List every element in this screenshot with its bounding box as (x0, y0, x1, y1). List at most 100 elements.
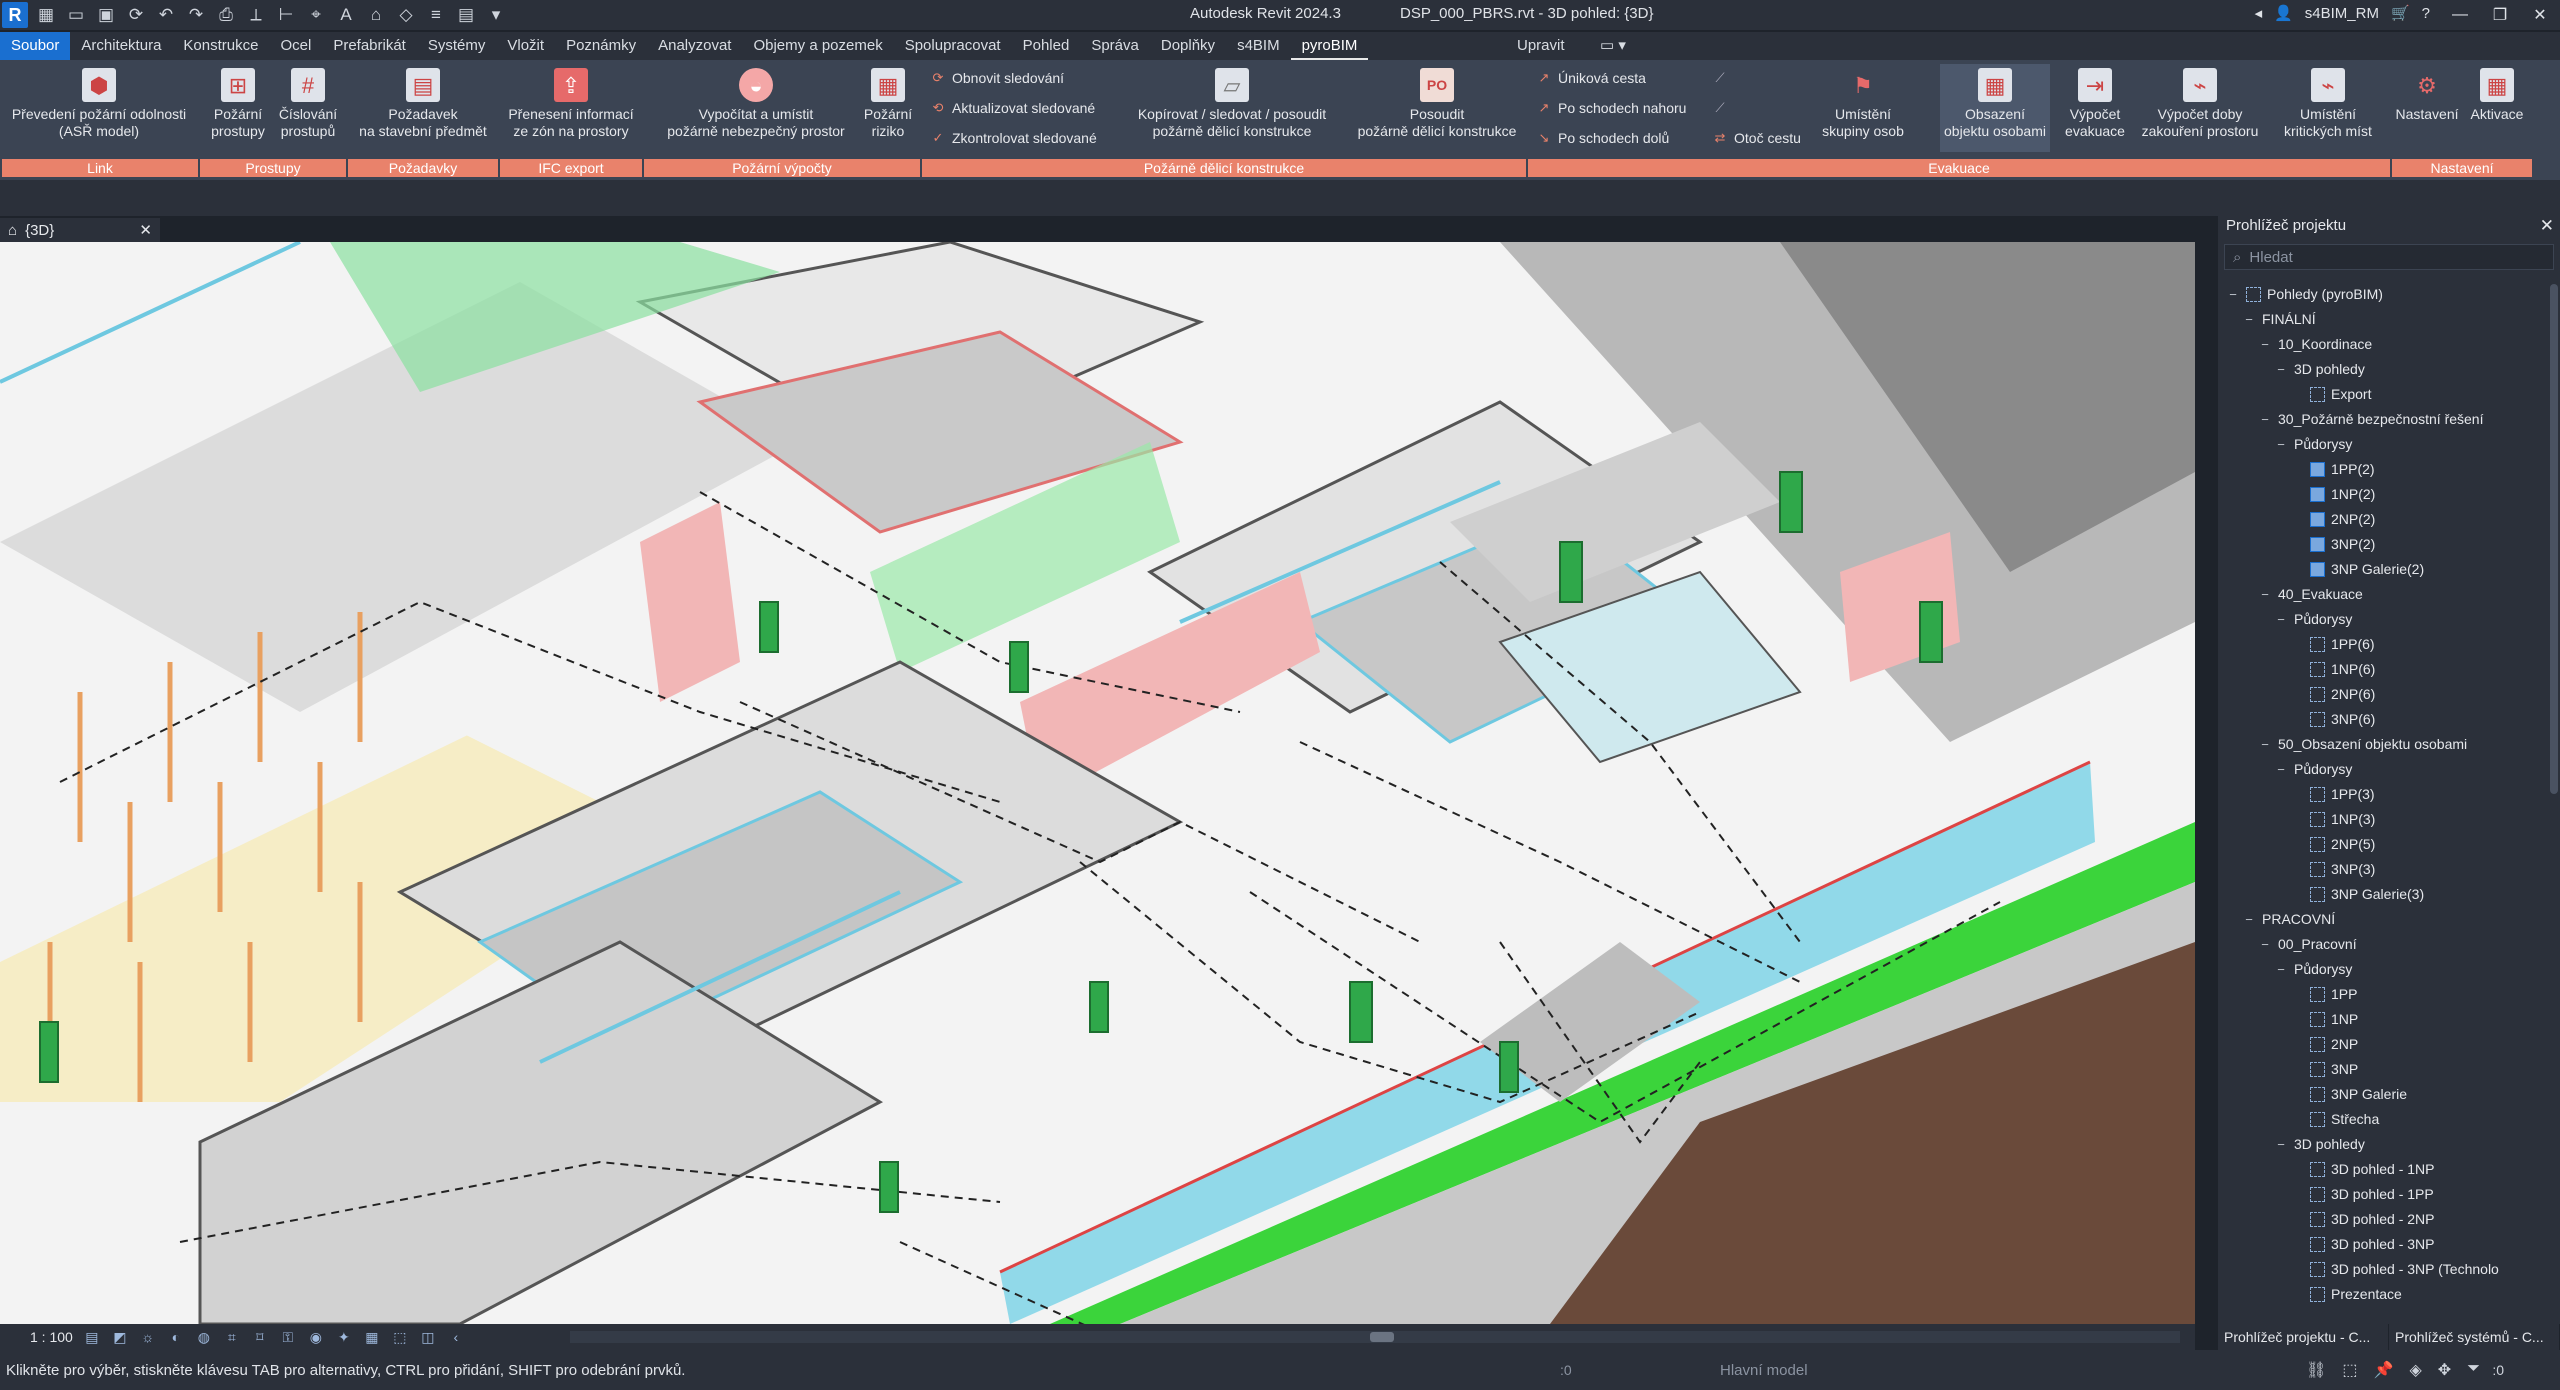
vypocitat-button[interactable]: ◒ Vypočítat a umístit požárně nebezpečný… (656, 68, 856, 140)
shadows-icon[interactable]: ◐ (167, 1328, 185, 1346)
collapse-toggle-icon[interactable]: − (2258, 937, 2272, 952)
select-underlay-icon[interactable]: ⬚ (2342, 1360, 2357, 1380)
obnovit-sledovani-button[interactable]: ⟳ Obnovit sledování (930, 70, 1065, 86)
close-icon[interactable]: ✕ (2520, 0, 2560, 30)
3d-viewport[interactable] (0, 242, 2195, 1324)
vypocet-doby-button[interactable]: ⌁ Výpočet doby zakouření prostoru (2140, 68, 2260, 140)
tree-node[interactable]: − Půdorysy (2218, 432, 2560, 457)
tab-prefabrikat[interactable]: Prefabrikát (322, 32, 417, 60)
tree-node[interactable]: 3D pohled - 3NP (2218, 1232, 2560, 1257)
tree-node[interactable]: 3D pohled - 3NP (Technolo (2218, 1257, 2560, 1282)
select-links-icon[interactable]: ⛓ (2306, 1360, 2326, 1380)
unikova-cesta-button[interactable]: ↗ Úniková cesta (1536, 70, 1646, 86)
minimize-icon[interactable]: — (2440, 0, 2480, 30)
tree-node[interactable]: − FINÁLNÍ (2218, 307, 2560, 332)
tree-node[interactable]: 1PP(2) (2218, 457, 2560, 482)
select-face-icon[interactable]: ◈ (2409, 1360, 2421, 1380)
restore-icon[interactable]: ❐ (2480, 0, 2520, 30)
tree-node[interactable]: 3D pohled - 2NP (2218, 1207, 2560, 1232)
tag-icon[interactable]: ⌖ (304, 3, 328, 27)
section-icon[interactable]: ◇ (394, 3, 418, 27)
dimension-icon[interactable]: ⊢ (274, 3, 298, 27)
preneseni-button[interactable]: ⇪ Přenesení informací ze zón na prostory (500, 68, 642, 140)
home-icon[interactable]: ⌂ (8, 222, 17, 239)
umisteni-skupiny-button[interactable]: ⚑ Umístění skupiny osob (1808, 68, 1918, 140)
scale-label[interactable]: 1 : 100 (30, 1329, 73, 1345)
close-hidden-icon[interactable]: ▤ (454, 3, 478, 27)
tab-sprava[interactable]: Správa (1080, 32, 1150, 60)
tab-ocel[interactable]: Ocel (269, 32, 322, 60)
render-icon[interactable]: ◍ (195, 1328, 213, 1346)
route-tool-icon-2[interactable]: ⟋ (1712, 100, 1728, 116)
tab-spolupracovat[interactable]: Spolupracovat (894, 32, 1012, 60)
sync-icon[interactable]: ⟳ (124, 3, 148, 27)
aktivace-button[interactable]: ▦ Aktivace (2462, 68, 2532, 123)
select-pinned-icon[interactable]: 📌 (2374, 1360, 2394, 1380)
tab-konstrukce[interactable]: Konstrukce (172, 32, 269, 60)
tree-node[interactable]: 3NP(6) (2218, 707, 2560, 732)
collapse-toggle-icon[interactable]: − (2258, 587, 2272, 602)
show-crop-icon[interactable]: ⌑ (251, 1328, 269, 1346)
tab-architektura[interactable]: Architektura (70, 32, 172, 60)
collapse-toggle-icon[interactable]: − (2242, 912, 2256, 927)
tab-project-browser[interactable]: Prohlížeč projektu - C... (2218, 1324, 2389, 1350)
sun-path-icon[interactable]: ☼ (139, 1328, 157, 1346)
nastaveni-button[interactable]: ⚙ Nastavení (2392, 68, 2462, 123)
crop-icon[interactable]: ⌗ (223, 1328, 241, 1346)
tree-node[interactable]: 2NP(6) (2218, 682, 2560, 707)
help-icon[interactable]: ? (2422, 5, 2430, 22)
tree-node[interactable]: −00_Pracovní (2218, 932, 2560, 957)
pozarni-riziko-button[interactable]: ▦ Požární riziko (858, 68, 918, 140)
tree-node[interactable]: −3D pohledy (2218, 357, 2560, 382)
qat-dropdown-icon[interactable]: ▾ (484, 3, 508, 27)
tree-node[interactable]: −3D pohledy (2218, 1132, 2560, 1157)
collapse-toggle-icon[interactable]: − (2258, 737, 2272, 752)
filter-icon[interactable]: ⏷ (2467, 1360, 2480, 1380)
tree-node[interactable]: 1PP(3) (2218, 782, 2560, 807)
thin-lines-icon[interactable]: ≡ (424, 3, 448, 27)
obsazeni-button[interactable]: ▦ Obsazení objektu osobami (1940, 64, 2050, 152)
tree-node[interactable]: 3D pohled - 1NP (2218, 1157, 2560, 1182)
collapse-toggle-icon[interactable]: − (2258, 412, 2272, 427)
modify-label[interactable]: Upravit (1517, 32, 1565, 60)
reveal-hidden-icon[interactable]: ✦ (335, 1328, 353, 1346)
tab-poznamky[interactable]: Poznámky (555, 32, 647, 60)
tree-node[interactable]: − Pohledy (pyroBIM) (2218, 282, 2560, 307)
back-icon[interactable]: ◂ (2255, 4, 2263, 22)
text-icon[interactable]: A (334, 3, 358, 27)
browser-search-input[interactable]: ⌕ Hledat (2224, 244, 2554, 270)
tab-system-browser[interactable]: Prohlížeč systémů - C... (2389, 1324, 2560, 1350)
tree-node[interactable]: Střecha (2218, 1107, 2560, 1132)
collapse-arrow-icon[interactable]: ‹ (447, 1328, 465, 1346)
collapse-toggle-icon[interactable]: − (2258, 337, 2272, 352)
collapse-toggle-icon[interactable]: − (2274, 962, 2288, 977)
tree-node[interactable]: 3NP Galerie (2218, 1082, 2560, 1107)
panel-toggle-icon[interactable]: ▭ ▾ (1600, 32, 1626, 60)
pozarni-prostupy-button[interactable]: ⊞ Požární prostupy (204, 68, 272, 140)
measure-icon[interactable]: ⟂ (244, 3, 268, 27)
tree-node[interactable]: 2NP (2218, 1032, 2560, 1057)
tab-soubor[interactable]: Soubor (0, 32, 71, 60)
zkontrolovat-sledovane-button[interactable]: ✓ Zkontrolovat sledované (930, 130, 1097, 146)
active-model[interactable]: Hlavní model (1720, 1362, 1808, 1379)
scroll-thumb[interactable] (1370, 1332, 1394, 1342)
temp-properties-icon[interactable]: ▦ (363, 1328, 381, 1346)
pozadavek-button[interactable]: ▤ Požadavek na stavební předmět (352, 68, 494, 140)
cislovani-prostupu-button[interactable]: # Číslování prostupů (274, 68, 342, 140)
tree-node[interactable]: 1NP(6) (2218, 657, 2560, 682)
collapse-toggle-icon[interactable]: − (2274, 362, 2288, 377)
route-tool-icon-1[interactable]: ⟋ (1712, 70, 1728, 86)
collapse-toggle-icon[interactable]: − (2274, 612, 2288, 627)
tree-node[interactable]: 3D pohled - 1PP (2218, 1182, 2560, 1207)
collapse-toggle-icon[interactable]: − (2242, 312, 2256, 327)
tab-vlozit[interactable]: Vložit (496, 32, 555, 60)
tree-node[interactable]: 3NP(3) (2218, 857, 2560, 882)
tree-node[interactable]: 1PP (2218, 982, 2560, 1007)
tree-node[interactable]: −50_Obsazení objektu osobami (2218, 732, 2560, 757)
tab-analyzovat[interactable]: Analyzovat (647, 32, 742, 60)
lock-view-icon[interactable]: ⚿ (279, 1328, 297, 1346)
tree-node[interactable]: − PRACOVNÍ (2218, 907, 2560, 932)
tab-systemy[interactable]: Systémy (417, 32, 497, 60)
tree-node[interactable]: −10_Koordinace (2218, 332, 2560, 357)
cart-icon[interactable]: 🛒 (2391, 4, 2410, 22)
